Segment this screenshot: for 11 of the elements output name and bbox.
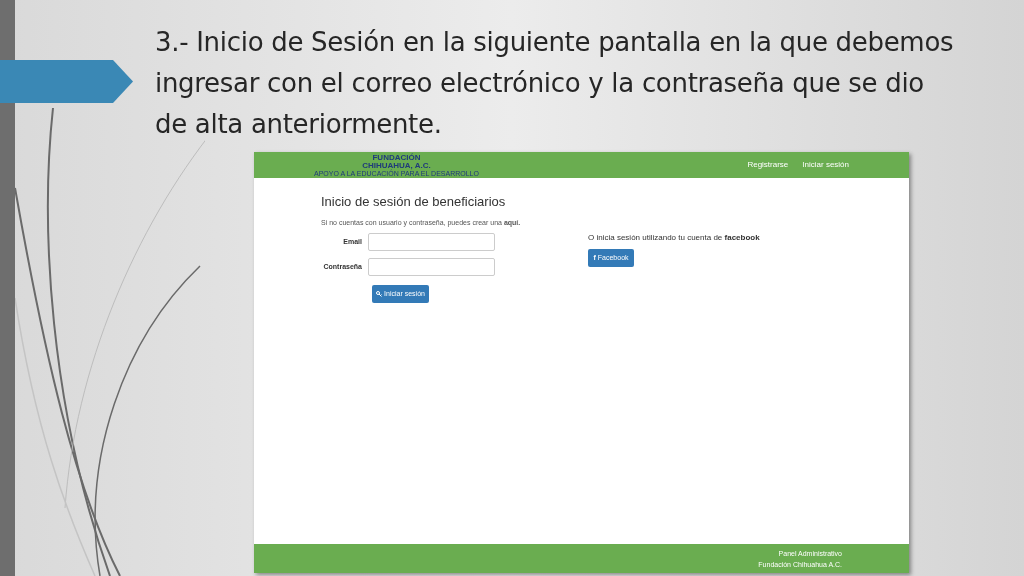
key-icon	[376, 291, 383, 297]
slide-title: 3.- Inicio de Sesión en la siguiente pantalla en la que debemos ingresar con el correo electrónico y la contraseña que se dio de alta anteriormente.	[155, 26, 955, 141]
arrow-banner-icon	[0, 60, 133, 103]
login-heading: Inicio de sesión de beneficiarios	[321, 193, 507, 211]
nav-link[interactable]: Iniciar sesión	[802, 159, 849, 171]
logo-text: FUNDACIÓN	[372, 153, 421, 162]
input-field[interactable]	[368, 258, 495, 276]
nav-link[interactable]: Registrarse	[747, 159, 789, 171]
logo-text: CHIHUAHUA, A.C.	[362, 161, 431, 170]
facebook-hint: O inicia sesión utilizando tu cuenta de facebook	[588, 232, 760, 244]
input-field[interactable]	[368, 233, 495, 251]
